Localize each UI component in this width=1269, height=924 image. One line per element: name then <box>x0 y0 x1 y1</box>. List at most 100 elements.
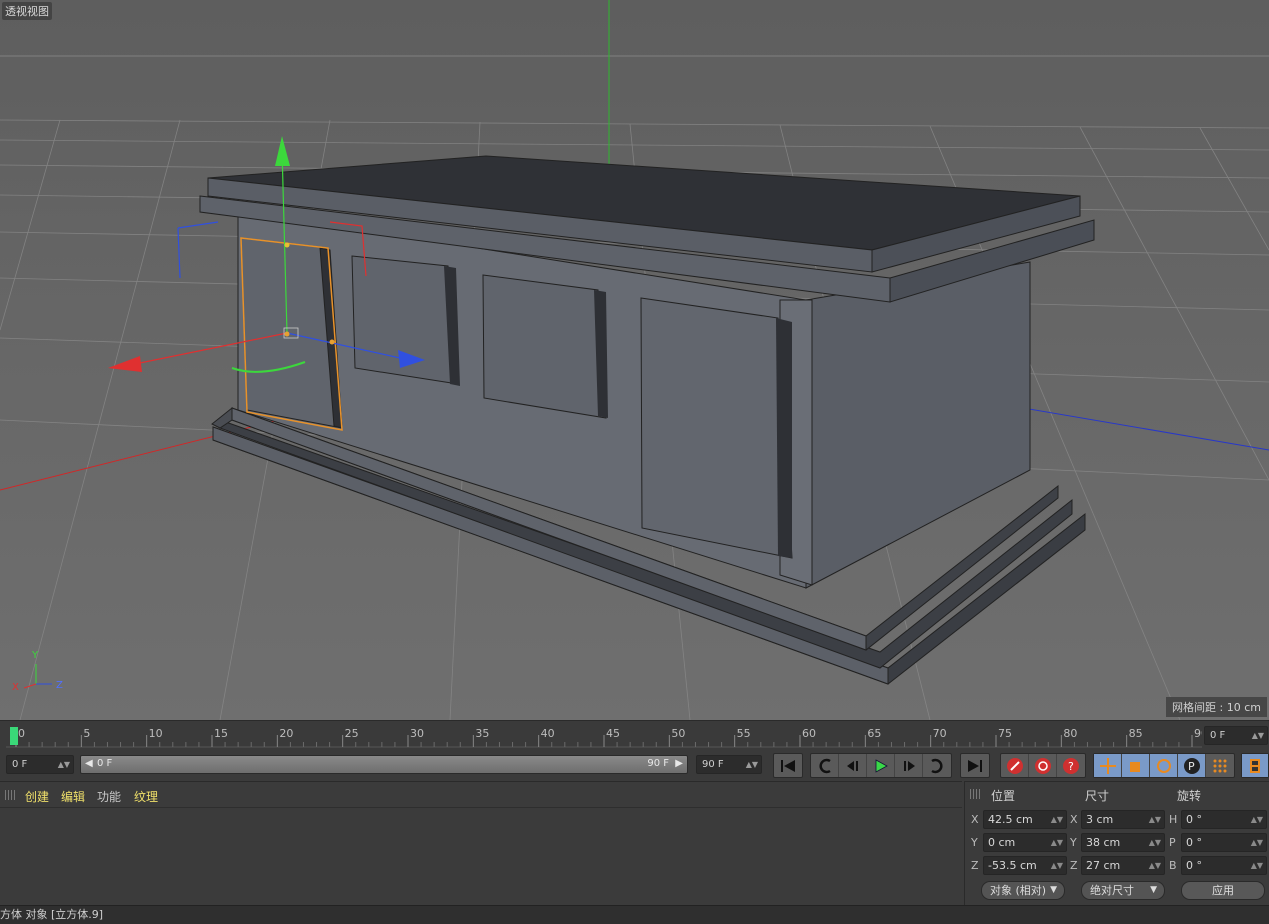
spinner-icon[interactable]: ▲▼ <box>1051 811 1063 828</box>
rot-p-value: 0 ° <box>1186 836 1202 849</box>
ruler-tick-label: 30 <box>410 727 424 740</box>
start-frame-field[interactable]: 0 F ▲▼ <box>6 755 74 774</box>
keyframe-selection-icon[interactable]: ? <box>1057 754 1085 777</box>
building-model[interactable] <box>199 155 1095 685</box>
ruler-tick-label: 35 <box>475 727 489 740</box>
film-icon[interactable] <box>1242 754 1268 777</box>
autokey-icon[interactable] <box>1029 754 1057 777</box>
spinner-icon[interactable]: ▲▼ <box>1251 811 1263 828</box>
menu-edit[interactable]: 编辑 <box>61 788 85 805</box>
ruler-tick-label: 15 <box>214 727 228 740</box>
size-y-field[interactable]: 38 cm ▲▼ <box>1081 833 1165 852</box>
frame-ruler[interactable]: 0 5 10 15 20 25 30 35 40 45 50 55 60 65 70 75 80 85 90 <box>6 725 1202 749</box>
spinner-icon[interactable]: ▲▼ <box>1251 857 1263 874</box>
rot-p-label: P <box>1169 836 1176 849</box>
panel-grip-icon[interactable] <box>5 790 17 800</box>
rot-h-label: H <box>1169 813 1178 826</box>
svg-text:P: P <box>1188 760 1195 773</box>
scene-render[interactable] <box>0 0 1269 720</box>
viewport-label[interactable]: 透视视图 <box>2 2 52 20</box>
end-frame-value: 90 F <box>702 759 724 770</box>
spinner-icon[interactable]: ▲▼ <box>1051 857 1063 874</box>
ruler-tick-label: 70 <box>933 727 947 740</box>
range-right-arrow-icon[interactable]: ▶ <box>675 758 683 769</box>
pos-y-field[interactable]: 0 cm ▲▼ <box>983 833 1067 852</box>
ruler-tick-label: 5 <box>83 727 90 740</box>
current-frame-value: 0 F <box>1210 730 1226 741</box>
position-header: 位置 <box>991 789 1016 803</box>
cinema4d-window: 透视视图 Y X Z 网格间距 : 10 cm 0 5 10 15 20 25 30 35 40… <box>0 0 1269 924</box>
record-group: ? <box>1000 753 1086 778</box>
axis-orientation-widget <box>23 664 52 689</box>
spinner-icon[interactable]: ▲▼ <box>1149 834 1161 851</box>
current-frame-field[interactable]: 0 F ▲▼ <box>1204 726 1268 745</box>
ruler-tick-label: 80 <box>1063 727 1077 740</box>
ruler-tick-label: 10 <box>149 727 163 740</box>
ruler-tick-label: 50 <box>671 727 685 740</box>
go-to-start-icon[interactable] <box>774 754 802 777</box>
chevron-down-icon: ▼ <box>1150 885 1157 895</box>
pla-grid-icon[interactable] <box>1206 754 1234 777</box>
spinner-icon[interactable]: ▲▼ <box>1251 834 1263 851</box>
pos-x-value: 42.5 cm <box>988 813 1033 826</box>
menu-function[interactable]: 功能 <box>97 788 121 805</box>
playhead[interactable] <box>10 727 18 745</box>
pos-z-field[interactable]: -53.5 cm ▲▼ <box>983 856 1067 875</box>
ruler-tick-label: 60 <box>802 727 816 740</box>
mode-group: P <box>1093 753 1235 778</box>
axis-y-label: Y <box>32 650 39 661</box>
size-x-field[interactable]: 3 cm ▲▼ <box>1081 810 1165 829</box>
size-mode-dropdown[interactable]: 绝对尺寸 ▼ <box>1081 881 1165 900</box>
coordinate-mode-dropdown[interactable]: 对象 (相对) ▼ <box>981 881 1065 900</box>
material-menubar: 创建 编辑 功能 纹理 <box>0 782 962 808</box>
scale-param-icon[interactable] <box>1122 754 1150 777</box>
ruler-tick-label: 90 <box>1194 727 1202 740</box>
rot-b-field[interactable]: 0 ° ▲▼ <box>1181 856 1267 875</box>
material-manager: 创建 编辑 功能 纹理 <box>0 781 962 905</box>
size-z-field[interactable]: 27 cm ▲▼ <box>1081 856 1165 875</box>
status-text: 方体 对象 [立方体.9] <box>0 908 104 921</box>
step-forward-frame-icon[interactable] <box>895 754 923 777</box>
y-axis-handle[interactable] <box>275 136 290 166</box>
go-start-group <box>773 753 803 778</box>
play-icon[interactable] <box>867 754 895 777</box>
apply-button[interactable]: 应用 <box>1181 881 1265 900</box>
go-end-group <box>960 753 990 778</box>
range-left-arrow-icon[interactable]: ◀ <box>85 758 93 769</box>
size-header: 尺寸 <box>1085 789 1110 803</box>
menu-create[interactable]: 创建 <box>25 788 49 805</box>
spinner-icon[interactable]: ▲▼ <box>1252 727 1264 744</box>
spinner-icon[interactable]: ▲▼ <box>746 756 758 773</box>
spinner-icon[interactable]: ▲▼ <box>1149 857 1161 874</box>
film-group <box>1241 753 1269 778</box>
rot-p-field[interactable]: 0 ° ▲▼ <box>1181 833 1267 852</box>
ruler-tick-label: 75 <box>998 727 1012 740</box>
step-forward-key-icon[interactable] <box>923 754 951 777</box>
point-level-icon[interactable]: P <box>1178 754 1206 777</box>
spinner-icon[interactable]: ▲▼ <box>58 756 70 773</box>
panel-grip-icon[interactable] <box>970 789 982 799</box>
step-back-key-icon[interactable] <box>811 754 839 777</box>
spinner-icon[interactable]: ▲▼ <box>1051 834 1063 851</box>
record-key-icon[interactable] <box>1001 754 1029 777</box>
chevron-down-icon: ▼ <box>1050 885 1057 895</box>
ruler-tick-label: 40 <box>541 727 555 740</box>
ruler-tick-label: 85 <box>1129 727 1143 740</box>
range-start-label: 0 F <box>97 758 113 769</box>
playback-group <box>810 753 952 778</box>
size-z-label: Z <box>1070 859 1078 872</box>
timeline-ruler[interactable]: 0 5 10 15 20 25 30 35 40 45 50 55 60 65 70 75 80 85 90 0 F… <box>0 720 1269 750</box>
ruler-tick-label: 55 <box>737 727 751 740</box>
rot-h-field[interactable]: 0 ° ▲▼ <box>1181 810 1267 829</box>
pos-y-label: Y <box>971 836 978 849</box>
move-param-icon[interactable] <box>1094 754 1122 777</box>
preview-range-slider[interactable]: ◀ 0 F 90 F ▶ <box>80 755 688 774</box>
spinner-icon[interactable]: ▲▼ <box>1149 811 1161 828</box>
step-back-frame-icon[interactable] <box>839 754 867 777</box>
menu-texture[interactable]: 纹理 <box>134 788 158 805</box>
end-frame-field[interactable]: 90 F ▲▼ <box>696 755 762 774</box>
go-to-end-icon[interactable] <box>961 754 989 777</box>
pos-x-field[interactable]: 42.5 cm ▲▼ <box>983 810 1067 829</box>
rotate-param-icon[interactable] <box>1150 754 1178 777</box>
perspective-viewport[interactable]: 透视视图 Y X Z 网格间距 : 10 cm <box>0 0 1269 720</box>
